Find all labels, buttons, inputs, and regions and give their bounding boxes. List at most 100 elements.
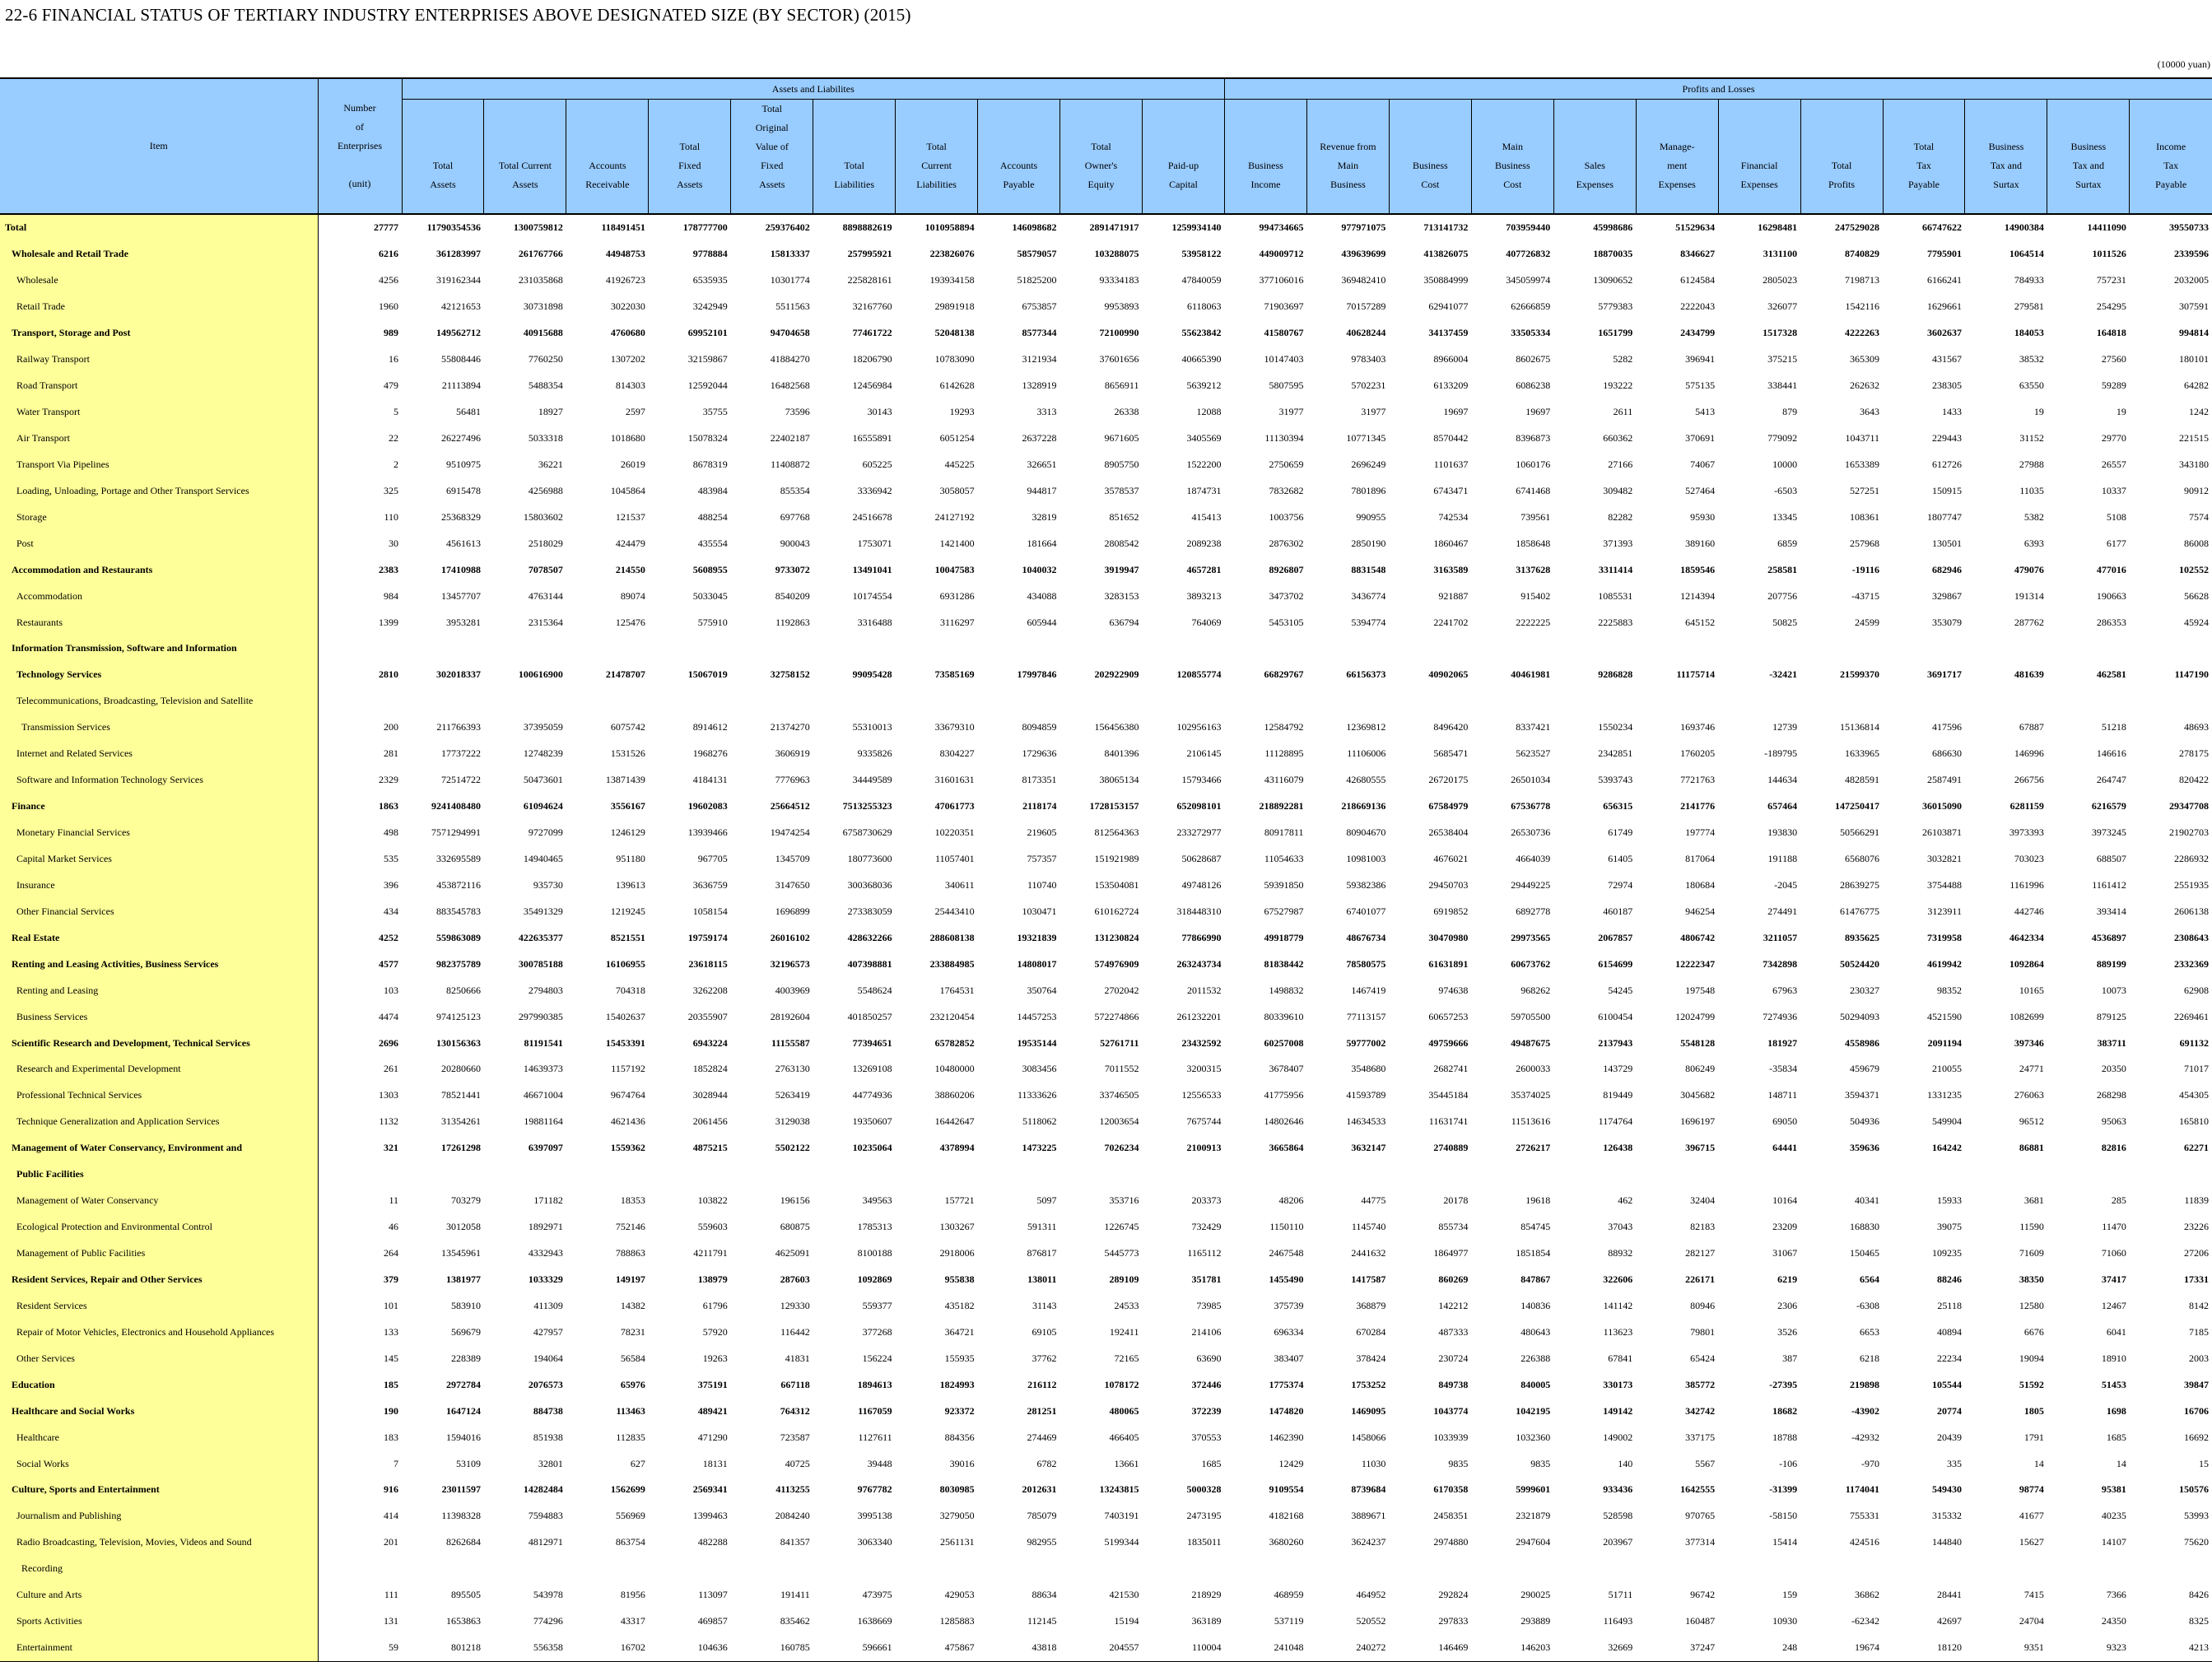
table-cell: 5445773 [1104,1247,1139,1259]
table-header: Item Number of Enterprises (unit) Assets and… [0,78,2212,215]
table-cell: 11155587 [771,1036,810,1049]
table-cell: 36015090 [1921,800,1962,812]
table-cell: 319162344 [435,274,481,286]
table-cell: 990955 [1356,510,1386,523]
table-cell: 7776963 [775,774,810,786]
table-cell: 4760680 [610,327,645,339]
table-cell: 59382386 [1346,878,1386,891]
table-cell: 1824993 [939,1378,975,1390]
table-row: Ecological Protection and Environmental … [0,1213,2212,1241]
table-row: Post 30 4561613 2518029 424479 435554 900043 17… [0,530,2212,557]
table-cell: 29347708 [2169,800,2209,812]
table-cell: 11839 [2184,1194,2209,1207]
table-cell: 1531526 [610,747,645,760]
table-cell: 660362 [1603,431,1633,444]
table-row: Management of Public Facilities 264 135459… [0,1240,2212,1267]
table-cell: 1192863 [775,616,810,628]
table-cell: 10147403 [1264,353,1304,365]
table-row: Culture, Sports and Entertainment 916 2301… [0,1477,2212,1503]
table-row: Transmission Services 200 211766393 3739505… [0,714,2212,741]
table-cell: 197774 [1685,826,1716,839]
table-cell: 32167760 [852,300,892,313]
header-line: Original [755,122,789,133]
table-row: Healthcare and Social Works 190 1647124 884… [0,1398,2212,1425]
table-cell: 895505 [450,1589,481,1601]
table-cell: 353079 [1931,616,1962,628]
table-cell: 10047583 [934,563,975,575]
table-cell: 527464 [1685,484,1716,496]
table-cell: 78580575 [1346,957,1386,970]
table-cell: 2972784 [445,1378,481,1390]
table-cell: 351781 [1191,1273,1222,1285]
table-cell: 130156363 [435,1036,481,1049]
table-cell: 59705500 [1511,1010,1551,1022]
table-cell: 10164 [1772,1194,1798,1207]
table-cell: 851938 [533,1431,563,1443]
table-cell: 15414 [1772,1536,1798,1548]
table-cell: 779092 [1767,431,1798,444]
table-cell: 322606 [1603,1273,1633,1285]
table-cell: 42121653 [440,300,481,313]
table-cell: 181927 [1767,1036,1798,1049]
table-cell: 385772 [1685,1378,1716,1390]
table-cell: 19 [2116,406,2126,418]
table-cell: 575135 [1685,379,1716,392]
table-cell: 17997846 [1017,668,1057,681]
table-cell: 192411 [1109,1325,1139,1338]
table-cell: 445225 [944,458,975,470]
table-cell: 3058057 [939,484,975,496]
table-cell: -2045 [1774,878,1798,891]
header-line: Business [1248,160,1283,171]
table-cell: 817064 [1685,852,1716,864]
table-cell: 26227496 [440,431,481,444]
header-spacer [1309,194,1387,213]
table-cell: -189795 [1764,747,1798,760]
row-label: Information Transmission, Software and I… [0,635,319,662]
table-cell: 814303 [615,379,645,392]
table-cell [649,688,731,715]
table-cell: 19350607 [852,1115,892,1128]
table-cell [649,1556,731,1582]
table-cell: 610162724 [1094,905,1139,917]
table-cell: 8740829 [1845,248,1880,260]
table-cell [1306,1556,1389,1582]
table-cell: 8030985 [939,1483,975,1496]
table-cell: 24704 [2019,1615,2044,1627]
header-line: Payable [1003,179,1035,190]
table-cell [896,1162,978,1188]
table-cell: 2286932 [2174,852,2209,864]
table-cell: 150576 [2179,1483,2209,1496]
table-cell: 5807595 [1269,379,1304,392]
table-cell: 65782852 [934,1036,975,1049]
table-cell: 278175 [2179,747,2209,760]
table-cell: 1174764 [1598,1115,1633,1128]
table-cell: 1345709 [775,852,810,864]
table-cell: 840005 [1520,1378,1551,1390]
table-cell: 396 [384,878,399,891]
table-cell: 1807747 [1926,510,1962,523]
table-cell: 16702 [566,1634,649,1662]
table-cell: 67963 [1772,984,1798,996]
table-cell: 460187 [1603,905,1633,917]
table-cell: 989 [384,327,399,339]
table-cell: 325 [384,484,399,496]
table-cell: 279581 [2014,300,2044,313]
table-cell: 25443410 [934,905,975,917]
table-cell: 39016 [949,1457,975,1469]
table-cell: 202922909 [1094,668,1139,681]
table-cell: 686630 [1931,747,1962,760]
table-cell: 108361 [1850,510,1880,523]
table-cell: 72165 [1114,1352,1139,1364]
header-line: Total [432,160,454,171]
table-cell: 2011532 [1186,984,1222,996]
table-cell: 9323 [2047,1634,2130,1662]
table-cell [1636,1556,1718,1582]
table-cell: 1517328 [1763,327,1798,339]
table-cell: 315332 [1931,1510,1962,1522]
table-cell: 4676021 [1433,852,1469,864]
table-cell: 264 [384,1247,399,1259]
table-cell: 218892281 [1259,800,1304,812]
table-cell: 2850190 [1351,537,1386,549]
table-cell: 1455490 [1269,1273,1304,1285]
table-cell: 8966004 [1433,353,1469,365]
